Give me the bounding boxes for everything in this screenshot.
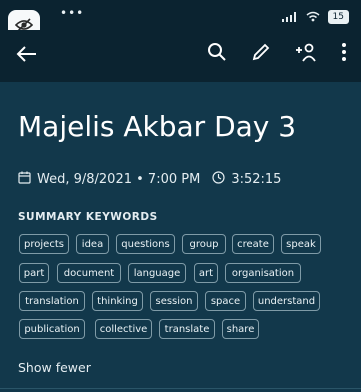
signal-icon: [281, 7, 298, 26]
keyword-chip[interactable]: collective: [95, 319, 152, 339]
keyword-chip[interactable]: questions: [116, 234, 175, 254]
keyword-chip[interactable]: part: [19, 263, 49, 283]
keyword-chip[interactable]: session: [150, 291, 198, 311]
status-right: 15: [281, 7, 349, 26]
keyword-chip[interactable]: art: [194, 263, 218, 283]
keyword-chip[interactable]: organisation: [225, 263, 301, 283]
more-button[interactable]: [341, 42, 347, 66]
keyword-chip[interactable]: projects: [19, 234, 69, 254]
keyword-chip[interactable]: space: [205, 291, 246, 311]
pencil-icon: [252, 43, 270, 61]
top-toolbar: [0, 30, 361, 82]
more-vertical-icon: [342, 43, 346, 61]
search-icon: [208, 43, 226, 61]
keyword-chip[interactable]: translation: [19, 291, 85, 311]
keyword-chip[interactable]: group: [182, 234, 226, 254]
status-dots: •••: [60, 6, 85, 20]
keyword-chip[interactable]: understand: [253, 291, 320, 311]
show-fewer-link[interactable]: Show fewer: [18, 360, 91, 375]
meeting-date-time: Wed, 9/8/2021 • 7:00 PM: [37, 172, 201, 187]
meeting-meta: Wed, 9/8/2021 • 7:00 PM 3:52:15: [18, 171, 281, 188]
bottom-divider: [0, 388, 361, 389]
keyword-chip[interactable]: language: [128, 263, 186, 283]
keyword-chip[interactable]: publication: [19, 319, 85, 339]
add-person-button[interactable]: [295, 42, 317, 66]
arrow-left-icon: [16, 46, 36, 62]
keyword-chip[interactable]: idea: [76, 234, 109, 254]
search-button[interactable]: [207, 42, 227, 66]
meeting-duration: 3:52:15: [231, 172, 282, 187]
calendar-icon: [18, 171, 31, 188]
keyword-chip[interactable]: create: [232, 234, 274, 254]
edit-button[interactable]: [251, 42, 271, 66]
keyword-chip[interactable]: speak: [281, 234, 321, 254]
keyword-chip[interactable]: document: [57, 263, 121, 283]
battery-indicator: 15: [327, 9, 349, 24]
keyword-chip[interactable]: translate: [159, 319, 215, 339]
app-screen: ••• 15 Majelis Akbar Day 3 Wed, 9/8/2021…: [0, 0, 361, 392]
keyword-chip[interactable]: share: [222, 319, 259, 339]
summary-keywords-heading: SUMMARY KEYWORDS: [18, 211, 158, 223]
keyword-chip[interactable]: thinking: [92, 291, 143, 311]
page-title: Majelis Akbar Day 3: [18, 110, 297, 143]
wifi-icon: [306, 7, 320, 26]
toolbar-actions: [207, 42, 347, 66]
status-bar: ••• 15: [0, 0, 361, 30]
add-person-icon: [296, 43, 316, 62]
clock-icon: [212, 171, 225, 188]
back-button[interactable]: [16, 44, 38, 68]
